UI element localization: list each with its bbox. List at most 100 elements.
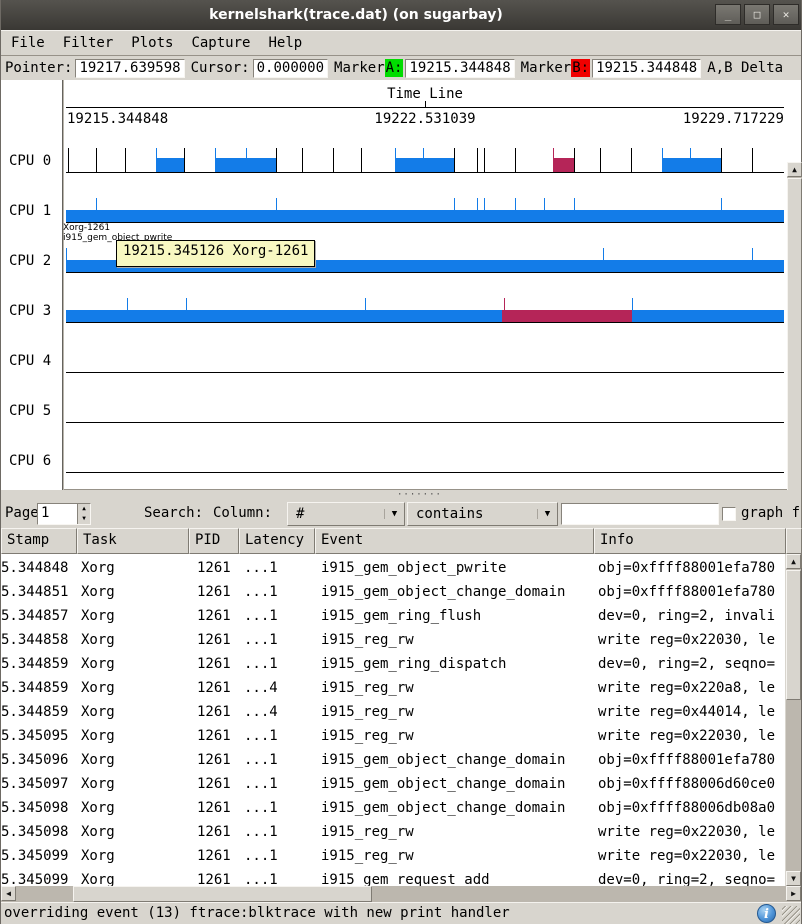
table-row[interactable]: 5.345096Xorg1261...1i915_gem_object_chan… (1, 748, 785, 772)
marker-b-value: 19215.344848 (592, 59, 701, 78)
cell-stamp: 5.345098 (1, 796, 77, 820)
menu-help[interactable]: Help (268, 35, 302, 51)
menu-plots[interactable]: Plots (131, 35, 173, 51)
event-tick[interactable] (752, 148, 753, 172)
table-row[interactable]: 5.345098Xorg1261...1i915_gem_object_chan… (1, 796, 785, 820)
table-row[interactable]: 5.345095Xorg1261...1i915_reg_rwwrite reg… (1, 724, 785, 748)
cell-event: i915_reg_rw (321, 724, 592, 748)
table-row[interactable]: 5.344859Xorg1261...1i915_gem_ring_dispat… (1, 652, 785, 676)
scroll-down-icon[interactable]: ▼ (786, 871, 801, 886)
page-spin-buttons[interactable]: ▲ ▼ (77, 504, 90, 524)
table-horizontal-scrollbar[interactable]: ◀ ▶ (1, 886, 801, 902)
spin-up-icon[interactable]: ▲ (78, 504, 90, 514)
cell-pid: 1261 (197, 652, 239, 676)
event-tick[interactable] (125, 148, 126, 172)
spin-down-icon[interactable]: ▼ (78, 514, 90, 524)
cell-event: i915_reg_rw (321, 844, 592, 868)
event-tick[interactable] (721, 148, 722, 172)
table-row[interactable]: 5.345098Xorg1261...1i915_reg_rwwrite reg… (1, 820, 785, 844)
scroll-left-icon[interactable]: ◀ (1, 886, 16, 901)
cell-stamp: 5.344859 (1, 676, 77, 700)
table-vertical-scrollbar[interactable]: ▲ ▼ (786, 554, 801, 886)
cpu-row-label: CPU 2 (9, 253, 51, 269)
cpu-run-bar[interactable] (66, 310, 784, 322)
resize-grip[interactable] (782, 906, 800, 924)
info-icon[interactable]: i (757, 904, 776, 923)
table-row[interactable]: 5.344858Xorg1261...1i915_reg_rwwrite reg… (1, 628, 785, 652)
cell-event: i915_gem_object_pwrite (321, 556, 592, 580)
pane-splitter[interactable]: ······· (1, 490, 801, 500)
event-tick[interactable] (477, 148, 478, 172)
timeline-plot[interactable]: Time Line 19215.344848 19222.531039 1922… (66, 80, 784, 490)
column-header-task[interactable]: Task (77, 528, 189, 554)
graph-scrollbar-thumb[interactable] (787, 178, 802, 535)
cpu-baseline (66, 472, 784, 473)
cpu-run-bar[interactable] (66, 210, 784, 222)
match-select[interactable]: contains ▼ (407, 502, 558, 526)
task-bar[interactable] (156, 158, 184, 172)
scroll-right-icon[interactable]: ▶ (786, 886, 801, 901)
column-header-pid[interactable]: PID (189, 528, 239, 554)
marker-info-bar: Pointer: 19217.639598 Cursor: 0.000000 M… (1, 56, 801, 80)
event-tick[interactable] (333, 148, 334, 172)
event-tick[interactable] (361, 148, 362, 172)
minimize-icon[interactable]: _ (715, 4, 741, 25)
task-bar[interactable] (215, 158, 276, 172)
marker-a-label: Marker (334, 60, 385, 76)
table-row[interactable]: 5.344859Xorg1261...4i915_reg_rwwrite reg… (1, 676, 785, 700)
column-header-info[interactable]: Info (594, 528, 786, 554)
column-select-value: # (288, 506, 384, 522)
event-tick[interactable] (276, 148, 277, 172)
task-bar[interactable] (553, 158, 574, 172)
event-tick[interactable] (600, 148, 601, 172)
table-row[interactable]: 5.345097Xorg1261...1i915_gem_object_chan… (1, 772, 785, 796)
task-bar[interactable] (395, 158, 454, 172)
event-table-body[interactable]: 5.344848Xorg1261...1i915_gem_object_pwri… (1, 554, 785, 886)
menu-file[interactable]: File (11, 35, 45, 51)
menu-bar: File Filter Plots Capture Help (1, 30, 801, 56)
cell-event: i915_reg_rw (321, 676, 592, 700)
column-header-latency[interactable]: Latency (239, 528, 315, 554)
table-row[interactable]: 5.344848Xorg1261...1i915_gem_object_pwri… (1, 556, 785, 580)
event-tick[interactable] (454, 148, 455, 172)
table-row[interactable]: 5.344851Xorg1261...1i915_gem_object_chan… (1, 580, 785, 604)
graph-follows-checkbox[interactable] (722, 507, 736, 521)
event-tick[interactable] (184, 148, 185, 172)
page-spinner[interactable]: 1 ▲ ▼ (37, 503, 91, 525)
cell-pid: 1261 (197, 580, 239, 604)
cell-task: Xorg (81, 748, 191, 772)
table-row[interactable]: 5.344857Xorg1261...1i915_gem_ring_flushd… (1, 604, 785, 628)
close-icon[interactable]: ✕ (773, 4, 799, 25)
table-scrollbar-thumb[interactable] (786, 570, 801, 700)
task-bar[interactable] (502, 310, 632, 322)
event-tick[interactable] (68, 148, 69, 172)
hscrollbar-thumb[interactable] (73, 886, 372, 902)
table-row[interactable]: 5.345099Xorg1261...1i915_gem_request_add… (1, 868, 785, 886)
menu-capture[interactable]: Capture (191, 35, 250, 51)
menu-filter[interactable]: Filter (63, 35, 114, 51)
column-header-stamp[interactable]: Stamp (1, 528, 77, 554)
cell-event: i915_gem_request_add (321, 868, 592, 886)
kernelshark-window: kernelshark(trace.dat) (on sugarbay) _ □… (0, 0, 802, 924)
cell-info: dev=0, ring=2, invali (598, 604, 785, 628)
event-tick[interactable] (302, 148, 303, 172)
table-row[interactable]: 5.345099Xorg1261...1i915_reg_rwwrite reg… (1, 844, 785, 868)
scroll-up-icon[interactable]: ▲ (786, 554, 801, 569)
event-tick[interactable] (574, 148, 575, 172)
event-tick[interactable] (515, 148, 516, 172)
event-tick[interactable] (631, 148, 632, 172)
cell-pid: 1261 (197, 724, 239, 748)
cell-stamp: 5.344858 (1, 628, 77, 652)
scroll-up-icon[interactable]: ▲ (787, 162, 802, 177)
event-tick[interactable] (484, 148, 485, 172)
event-tick[interactable] (96, 148, 97, 172)
cell-event: i915_reg_rw (321, 628, 592, 652)
column-select[interactable]: # ▼ (287, 502, 405, 526)
task-bar[interactable] (662, 158, 721, 172)
cell-task: Xorg (81, 628, 191, 652)
cell-pid: 1261 (197, 844, 239, 868)
maximize-icon[interactable]: □ (744, 4, 770, 25)
table-row[interactable]: 5.344859Xorg1261...4i915_reg_rwwrite reg… (1, 700, 785, 724)
column-header-event[interactable]: Event (315, 528, 594, 554)
search-input[interactable] (561, 503, 719, 525)
